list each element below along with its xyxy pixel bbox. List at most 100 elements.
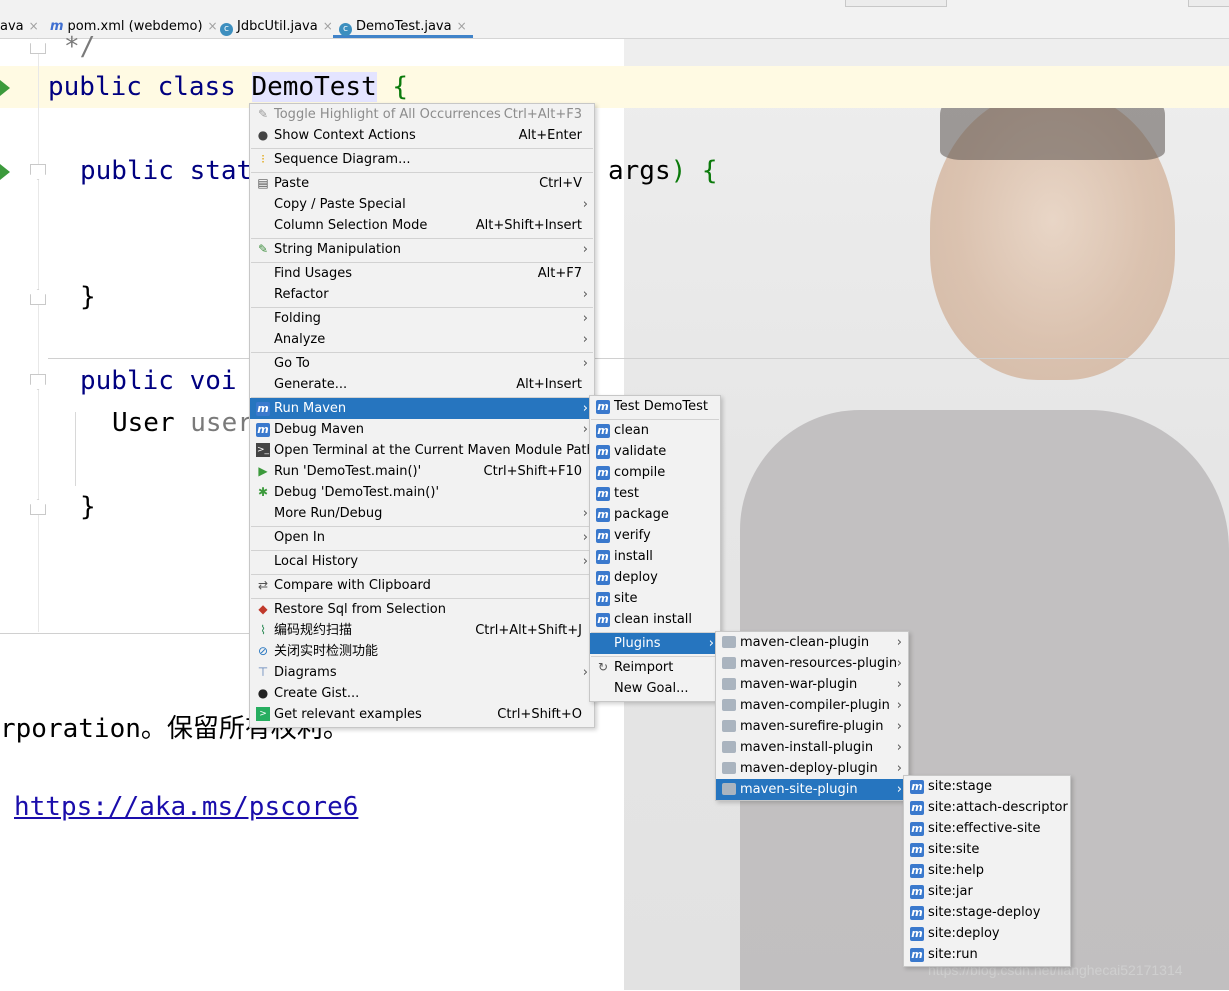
fold-icon[interactable]	[30, 374, 46, 390]
tab-demotest[interactable]: c DemoTest.java ×	[333, 14, 473, 38]
maven-goal-icon: m	[910, 801, 924, 815]
plugin-item-resources[interactable]: maven-resources-plugin ›	[716, 653, 908, 674]
code-comment-end[interactable]: */	[64, 32, 95, 62]
menu-item-find-usages[interactable]: Find Usages Alt+F7	[250, 263, 594, 284]
maven-item-compile[interactable]: m compile	[590, 462, 720, 483]
submenu-arrow-icon: ›	[582, 332, 588, 347]
close-icon[interactable]: ×	[29, 19, 39, 33]
menu-item-open-in[interactable]: Open In ›	[250, 527, 594, 548]
code-line-main-args[interactable]: args) {	[608, 156, 718, 186]
submenu-arrow-icon: ›	[896, 698, 902, 713]
maven-item-deploy[interactable]: m deploy	[590, 567, 720, 588]
tab-java-partial[interactable]: ava ×	[0, 14, 39, 38]
fold-icon[interactable]	[30, 164, 46, 180]
terminal-link[interactable]: https://aka.ms/pscore6	[14, 792, 358, 822]
menu-item-analyze[interactable]: Analyze ›	[250, 329, 594, 350]
plugin-item-surefire[interactable]: maven-surefire-plugin ›	[716, 716, 908, 737]
fold-icon[interactable]	[30, 289, 46, 305]
plugin-item-deploy[interactable]: maven-deploy-plugin ›	[716, 758, 908, 779]
menu-item-compare-clipboard[interactable]: ⇄ Compare with Clipboard	[250, 575, 594, 596]
menu-item-local-history[interactable]: Local History ›	[250, 551, 594, 572]
menu-item-column-selection[interactable]: Column Selection Mode Alt+Shift+Insert	[250, 215, 594, 236]
paste-icon: ▤	[257, 176, 269, 190]
maven-goal-icon: m	[596, 592, 610, 606]
maven-item-reimport[interactable]: ↻ Reimport	[590, 657, 720, 678]
maven-item-clean[interactable]: m clean	[590, 420, 720, 441]
maven-item-validate[interactable]: m validate	[590, 441, 720, 462]
fold-icon[interactable]	[30, 499, 46, 515]
menu-item-folding[interactable]: Folding ›	[250, 308, 594, 329]
menu-item-show-context-actions[interactable]: ● Show Context Actions Alt+Enter	[250, 125, 594, 146]
site-goal-stage-deploy[interactable]: m site:stage-deploy	[904, 902, 1070, 923]
site-goal-run[interactable]: m site:run	[904, 944, 1070, 965]
editor-context-menu: ✎ Toggle Highlight of All Occurrences Ct…	[249, 103, 595, 728]
maven-item-install[interactable]: m install	[590, 546, 720, 567]
submenu-arrow-icon: ›	[896, 782, 902, 797]
run-gutter-icon[interactable]	[0, 164, 10, 180]
tab-jdbcutil[interactable]: c JdbcUtil.java ×	[220, 14, 333, 38]
maven-item-plugins[interactable]: Plugins ›	[590, 633, 720, 654]
maven-item-package[interactable]: m package	[590, 504, 720, 525]
menu-item-run-main[interactable]: ▶ Run 'DemoTest.main()' Ctrl+Shift+F10	[250, 461, 594, 482]
site-goal-stage[interactable]: m site:stage	[904, 776, 1070, 797]
plugin-item-clean[interactable]: maven-clean-plugin ›	[716, 632, 908, 653]
menu-item-debug-main[interactable]: ✱ Debug 'DemoTest.main()'	[250, 482, 594, 503]
code-line-class-decl[interactable]: public class DemoTest {	[48, 72, 408, 102]
site-goal-site[interactable]: m site:site	[904, 839, 1070, 860]
menu-item-debug-maven[interactable]: m Debug Maven ›	[250, 419, 594, 440]
maven-item-test[interactable]: m test	[590, 483, 720, 504]
menu-item-restore-sql[interactable]: ◆ Restore Sql from Selection	[250, 599, 594, 620]
menu-item-code-scan[interactable]: ⌇ 编码规约扫描 Ctrl+Alt+Shift+J	[250, 620, 594, 641]
menu-item-more-run-debug[interactable]: More Run/Debug ›	[250, 503, 594, 524]
code-line-close-brace-2[interactable]: }	[80, 492, 96, 522]
run-gutter-icon[interactable]	[0, 80, 10, 96]
menu-item-string-manipulation[interactable]: ✎ String Manipulation ›	[250, 239, 594, 260]
code-line-close-brace[interactable]: }	[80, 282, 96, 312]
maven-goal-icon: m	[910, 885, 924, 899]
code-line-void-decl[interactable]: public voi	[80, 366, 237, 396]
maven-goal-icon: m	[910, 927, 924, 941]
maven-goal-icon: m	[596, 466, 610, 480]
code-line-main-decl[interactable]: public stat	[80, 156, 252, 186]
close-icon[interactable]: ×	[323, 19, 333, 33]
maven-item-new-goal[interactable]: New Goal...	[590, 678, 720, 699]
close-icon[interactable]: ×	[457, 19, 467, 33]
site-goal-attach-descriptor[interactable]: m site:attach-descriptor	[904, 797, 1070, 818]
menu-item-diagrams[interactable]: ⊤ Diagrams ›	[250, 662, 594, 683]
plugin-item-war[interactable]: maven-war-plugin ›	[716, 674, 908, 695]
site-goal-effective-site[interactable]: m site:effective-site	[904, 818, 1070, 839]
menu-item-sequence-diagram[interactable]: ⁝ Sequence Diagram...	[250, 149, 594, 170]
code-line-user-var[interactable]: User user	[112, 408, 253, 438]
plugin-item-install[interactable]: maven-install-plugin ›	[716, 737, 908, 758]
submenu-arrow-icon: ›	[896, 740, 902, 755]
maven-item-clean-install[interactable]: m clean install	[590, 609, 720, 630]
menu-item-create-gist[interactable]: ● Create Gist...	[250, 683, 594, 704]
run-config-selector[interactable]	[845, 0, 947, 7]
site-goal-jar[interactable]: m site:jar	[904, 881, 1070, 902]
menu-item-toggle-highlight[interactable]: ✎ Toggle Highlight of All Occurrences Ct…	[250, 104, 594, 125]
search-everywhere-button[interactable]	[1188, 0, 1229, 7]
menu-item-go-to[interactable]: Go To ›	[250, 353, 594, 374]
menu-item-run-maven[interactable]: m Run Maven ›	[250, 398, 594, 419]
plugin-folder-icon	[722, 782, 736, 796]
plugin-item-site[interactable]: maven-site-plugin ›	[716, 779, 908, 800]
menu-item-disable-realtime-check[interactable]: ⊘ 关闭实时检测功能	[250, 641, 594, 662]
maven-item-verify[interactable]: m verify	[590, 525, 720, 546]
menu-item-get-examples[interactable]: > Get relevant examples Ctrl+Shift+O	[250, 704, 594, 725]
menu-item-paste[interactable]: ▤ Paste Ctrl+V	[250, 173, 594, 194]
plugin-folder-icon	[722, 698, 736, 712]
site-goal-deploy[interactable]: m site:deploy	[904, 923, 1070, 944]
menu-item-refactor[interactable]: Refactor ›	[250, 284, 594, 305]
menu-item-copy-paste-special[interactable]: Copy / Paste Special ›	[250, 194, 594, 215]
submenu-arrow-icon: ›	[582, 401, 588, 416]
close-icon[interactable]: ×	[208, 19, 218, 33]
site-goal-help[interactable]: m site:help	[904, 860, 1070, 881]
submenu-arrow-icon: ›	[582, 311, 588, 326]
plugin-item-compiler[interactable]: maven-compiler-plugin ›	[716, 695, 908, 716]
maven-item-test-demotest[interactable]: m Test DemoTest	[590, 396, 720, 417]
submenu-arrow-icon: ›	[582, 530, 588, 545]
maven-item-site[interactable]: m site	[590, 588, 720, 609]
menu-item-generate[interactable]: Generate... Alt+Insert	[250, 374, 594, 395]
fold-icon[interactable]	[30, 38, 46, 54]
menu-item-open-terminal[interactable]: >_ Open Terminal at the Current Maven Mo…	[250, 440, 595, 461]
